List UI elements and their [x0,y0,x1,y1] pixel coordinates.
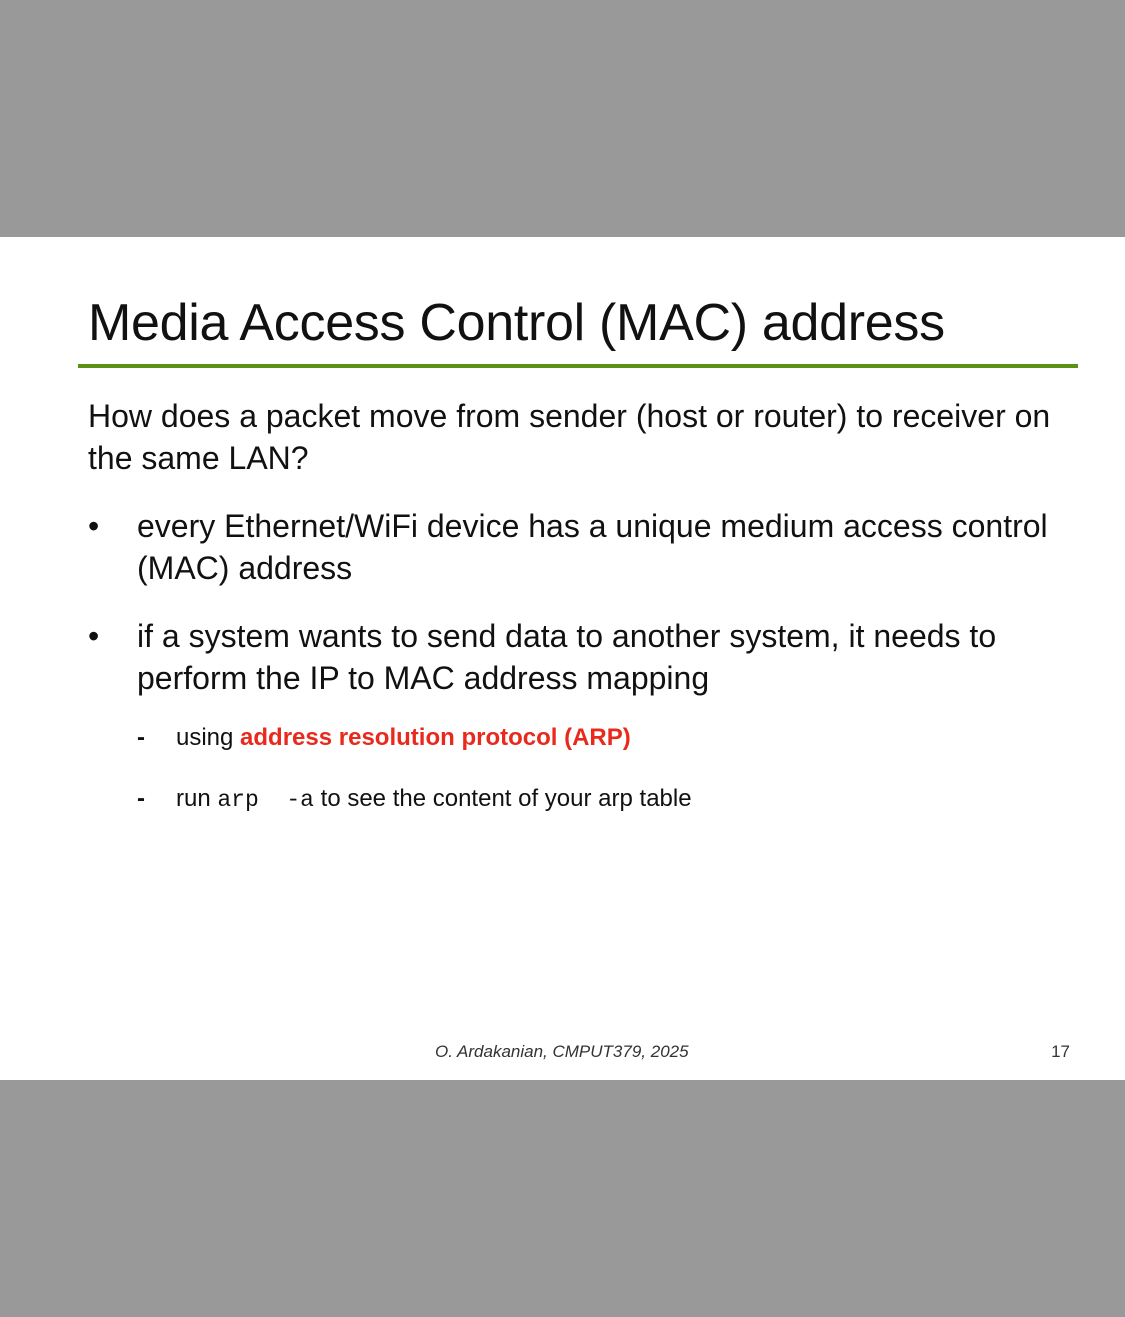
slide: Media Access Control (MAC) address How d… [0,237,1125,1080]
sub-bullet-suffix: to see the content of your arp table [313,785,692,812]
bullet-text: every Ethernet/WiFi device has a unique … [137,508,1048,586]
footer-credit: O. Ardakanian, CMPUT379, 2025 [435,1042,689,1061]
sub-bullet-prefix: using [176,724,241,751]
slide-title: Media Access Control (MAC) address [88,294,945,352]
sub-bullet-prefix: run [176,785,218,812]
sub-bullet-marker: - [137,785,145,812]
sub-bullet-text: run arp -a to see the content of your ar… [176,784,692,815]
bullet-text: if a system wants to send data to anothe… [137,618,997,696]
intro-question: How does a packet move from sender (host… [88,398,1051,476]
page-number: 17 [1051,1042,1070,1061]
arp-command: arp -a [217,787,314,813]
arp-highlight: address resolution protocol (ARP) [240,724,631,751]
sub-bullet-marker: - [137,724,145,751]
bullet-marker: • [88,618,100,654]
slide-footer: O. Ardakanian, CMPUT379, 2025 17 [0,1042,1125,1062]
bullet-marker: • [88,508,100,544]
sub-bullet-text: using address resolution protocol (ARP) [176,723,631,753]
title-divider [78,364,1078,368]
